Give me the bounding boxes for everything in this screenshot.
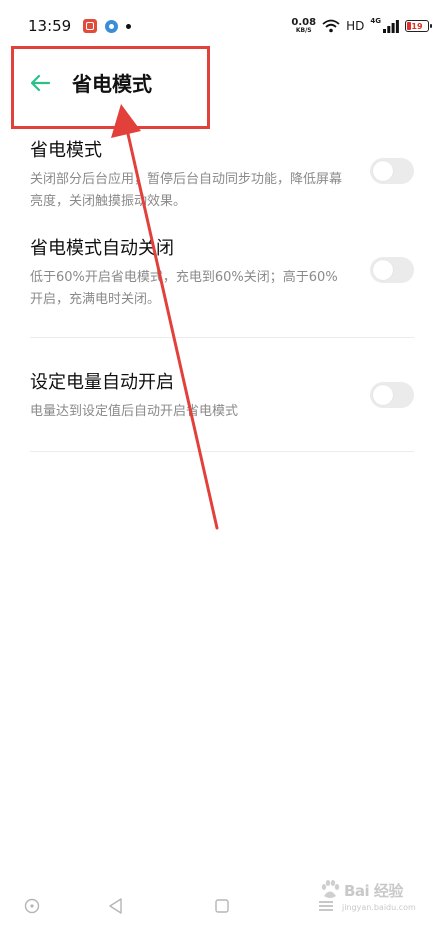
app-notification-icon-2 [105, 19, 119, 33]
setting-auto-disable[interactable]: 省电模式自动关闭 低于60%开启省电模式，充电到60%关闭；高于60%开启，充满… [30, 236, 415, 311]
battery-level: 19 [411, 21, 423, 31]
baidu-paw-logo-icon [321, 880, 340, 898]
setting-description: 电量达到设定值后自动开启省电模式 [30, 404, 239, 419]
status-bar: 13:59 0.08 KB/S HD 4G 19 [0, 0, 443, 52]
toggle-knob [373, 161, 393, 181]
status-right-icons: 0.08 KB/S HD 4G 19 [291, 17, 432, 34]
wifi-icon [322, 19, 340, 33]
more-notifications-dot-icon [126, 23, 132, 29]
auto-enable-level-toggle[interactable] [370, 382, 414, 408]
watermark-brand: Bai 经验 [344, 882, 403, 900]
page-title: 省电模式 [72, 72, 152, 96]
setting-title: 省电模式 [30, 140, 102, 161]
setting-title: 省电模式自动关闭 [30, 238, 174, 259]
triangle-back-icon[interactable] [106, 896, 126, 916]
screen: 13:59 0.08 KB/S HD 4G 19 省电模式 省电模式 关闭部分后… [0, 0, 443, 930]
net-speed-unit: KB/S [295, 27, 312, 34]
arrow-left-icon[interactable] [28, 71, 52, 95]
auto-disable-toggle[interactable] [370, 257, 414, 283]
watermark: Bai 经验 jingyan.baidu.com [318, 876, 438, 924]
hd-label: HD [346, 19, 365, 33]
toggle-knob [373, 385, 393, 405]
setting-auto-enable-level[interactable]: 设定电量自动开启 电量达到设定值后自动开启省电模式 [30, 370, 415, 423]
header: 省电模式 [0, 58, 443, 108]
divider [30, 337, 414, 338]
setting-description: 低于60%开启省电模式，充电到60%关闭；高于60%开启，充满电时关闭。 [30, 270, 338, 307]
status-time: 13:59 [28, 17, 72, 35]
power-saving-mode-toggle[interactable] [370, 158, 414, 184]
setting-title: 设定电量自动开启 [30, 372, 174, 393]
watermark-url: jingyan.baidu.com [342, 903, 416, 912]
network-type: 4G [370, 17, 381, 25]
notification-icons [83, 19, 132, 33]
setting-description: 关闭部分后台应用，暂停后台自动同步功能，降低屏幕亮度，关闭触摸振动效果。 [30, 172, 343, 209]
battery-icon: 19 [405, 20, 432, 32]
signal-icon [383, 19, 399, 33]
app-notification-icon [83, 19, 98, 33]
circle-icon[interactable] [22, 896, 42, 916]
square-recents-icon[interactable] [212, 896, 232, 916]
setting-power-saving-mode[interactable]: 省电模式 关闭部分后台应用，暂停后台自动同步功能，降低屏幕亮度，关闭触摸振动效果… [30, 138, 415, 213]
divider [30, 451, 414, 452]
toggle-knob [373, 260, 393, 280]
net-speed: 0.08 KB/S [291, 18, 316, 34]
